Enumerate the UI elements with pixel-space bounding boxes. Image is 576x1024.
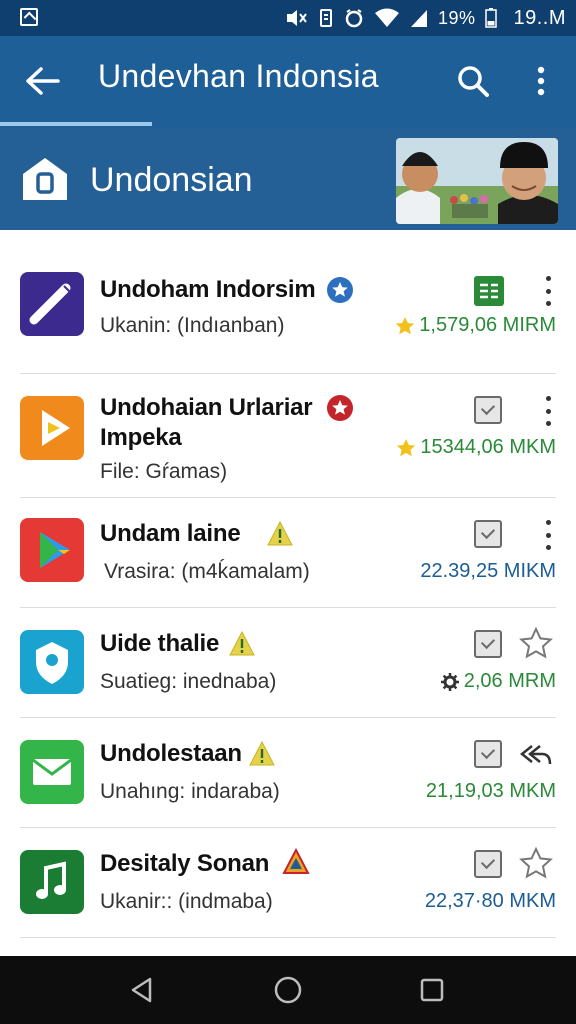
blue-star-badge [327,277,353,303]
play-store-icon [20,518,84,582]
mail-icon [20,740,84,804]
stat-value: 1,579,06 MIRM [419,314,556,336]
warning-badge [249,740,275,766]
app-name: Uide thalie [100,630,220,657]
checkbox-icon[interactable] [474,520,502,548]
more-vert-icon[interactable] [536,276,560,306]
status-icons: 19% 19..M [284,6,566,30]
spreadsheet-icon[interactable] [474,276,504,306]
star-outline-icon[interactable] [518,626,554,662]
stat-value: 2,06 MRM [463,670,556,692]
checkbox-icon[interactable] [474,630,502,658]
nav-back-button[interactable] [126,974,158,1006]
search-button[interactable] [452,60,494,102]
nav-home-button[interactable] [272,974,304,1006]
app-stat: 15344,06 MKM [396,436,556,459]
app-subtitle: Unahıng: indaraba) [100,780,280,803]
warning-badge [267,520,293,546]
shield-location-icon [20,630,84,694]
app-subtitle: File: Gŕamas) [100,460,228,483]
reply-arrow-icon[interactable] [518,736,554,772]
overflow-menu-button[interactable] [526,60,556,102]
music-note-icon [20,850,84,914]
app-name: Undam laine [100,520,241,547]
app-subtitle: Ukanir:: (indmaba) [100,890,273,913]
more-vert-icon[interactable] [536,396,560,426]
list-item[interactable]: Undohaian Urlariar Impeka File: Gŕamas) … [0,374,576,498]
stat-value: 15344,06 MKM [420,436,556,458]
app-bar: Undevhan Indonsia [0,36,576,128]
alarm-icon [345,9,363,28]
list-item[interactable]: Undoham Indorsim Ukanin: (Indıanban) 1,5… [0,246,576,374]
checkbox-icon[interactable] [474,396,502,424]
divider [20,937,556,938]
list-item[interactable]: Desitaly Sonan Ukanir:: (indmaba) 22,37·… [0,828,576,938]
home-circle-icon [274,976,302,1004]
vibrate-icon [319,9,332,27]
search-icon [458,66,489,97]
ruler-icon [20,272,84,336]
navigation-bar [0,956,576,1024]
app-name: Undolestaan [100,740,242,767]
list-item[interactable]: Uide thalie Suatieg: inednaba) 2,06 MRM [0,608,576,718]
clock: 19..M [513,6,566,29]
mute-icon [286,10,307,26]
app-stat: 2,06 MRM [440,670,556,693]
app-subtitle: Vrasira: (m4ḱamalam) [104,560,310,583]
app-stat: 1,579,06 MIRM [395,314,556,337]
status-bar: 19% 19..M [0,0,576,36]
app-stat: 22,37·80 MKM [424,890,556,912]
app-subtitle: Suatieg: inednaba) [100,670,277,693]
gear-icon [440,672,459,691]
warning-badge [229,630,255,656]
tab-indicator [0,122,152,126]
app-name: Undoham Indorsim [100,276,316,303]
list-item[interactable]: Undolestaan Unahıng: indaraba) 21,19,03 … [0,718,576,828]
wifi-icon [374,8,399,27]
header-banner: Undonsian [0,128,576,230]
battery-icon [485,8,498,28]
triangle-warning-badge [282,848,310,874]
recents-square-icon [420,978,444,1002]
house-logo-icon [20,154,70,204]
banner-title: Undonsian [90,161,253,199]
play-arrow-icon [20,396,84,460]
back-arrow-icon [26,67,60,95]
star-icon [397,438,416,456]
page-title: Undevhan Indonsia [98,58,379,94]
battery-percent: 19% [437,7,476,28]
app-name: Undohaian Urlariar [100,394,313,421]
checkbox-icon[interactable] [474,740,502,768]
more-vert-icon[interactable] [536,520,560,550]
star-outline-icon[interactable] [518,846,554,882]
back-triangle-icon [131,977,152,1003]
app-stat: 22.39,25 MIKM [420,560,556,582]
app-name-line2: Impeka [100,424,182,451]
checkbox-icon[interactable] [474,850,502,878]
overflow-menu-icon [537,66,545,96]
star-icon [396,316,415,334]
list-item[interactable]: Undam laine Vrasira: (m4ḱamalam) 22.39,2… [0,498,576,608]
nav-recents-button[interactable] [416,974,448,1006]
app-name: Desitaly Sonan [100,850,270,877]
app-stat: 21,19,03 MKM [425,780,556,802]
back-button[interactable] [22,63,62,99]
signal-icon [410,10,427,27]
banner-photo [396,138,558,224]
red-star-badge [327,395,353,421]
gallery-icon [20,8,38,26]
app-subtitle: Ukanin: (Indıanban) [100,314,285,337]
